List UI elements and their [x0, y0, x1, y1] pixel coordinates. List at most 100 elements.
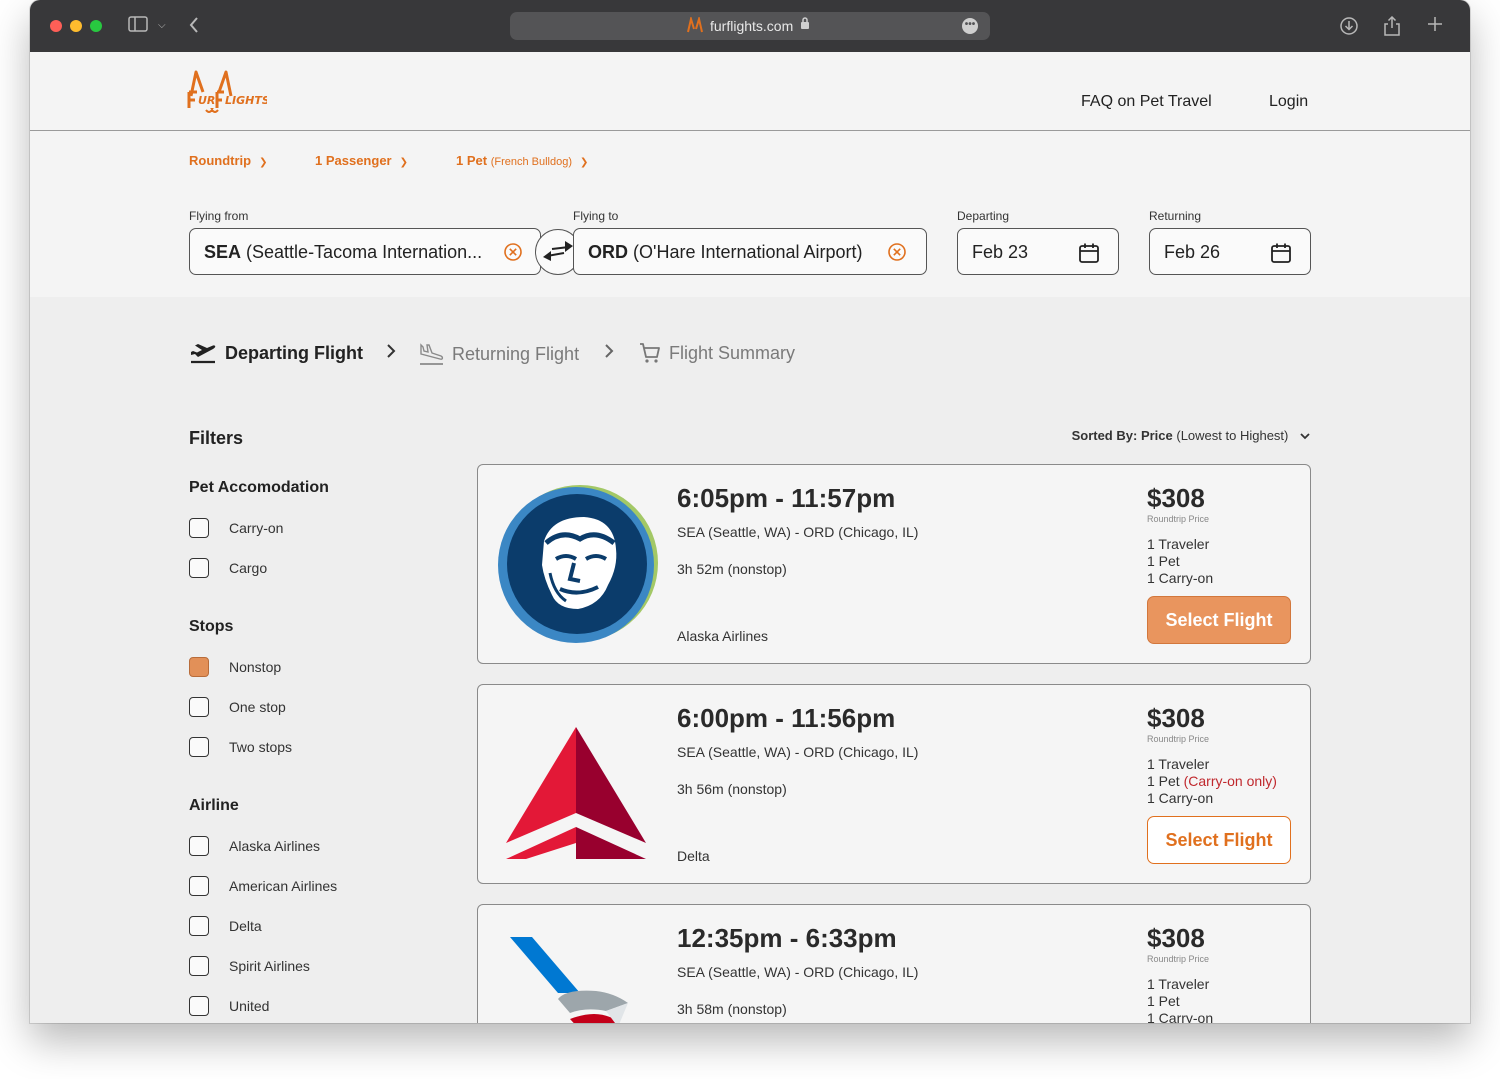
- chevron-down-icon: ❯: [399, 157, 408, 168]
- flight-result-card: 6:05pm - 11:57pm SEA (Seattle, WA) - ORD…: [477, 464, 1311, 664]
- chevron-down-icon: [1300, 428, 1310, 443]
- filter-option-label: Cargo: [229, 560, 268, 576]
- trip-type-value: Roundtrip: [189, 153, 252, 168]
- filter-option-label: Spirit Airlines: [229, 958, 310, 974]
- flight-price: $308: [1147, 923, 1205, 953]
- depart-date-value: Feb 23: [972, 242, 1029, 262]
- calendar-icon[interactable]: [1078, 242, 1100, 269]
- traveler-count: 1 Traveler: [1147, 536, 1210, 552]
- clear-to-icon[interactable]: [888, 243, 906, 261]
- checkbox[interactable]: [189, 697, 209, 717]
- pets-value: 1 Pet: [456, 153, 488, 168]
- flight-price: $308: [1147, 483, 1205, 513]
- chevron-right-icon: [604, 343, 614, 364]
- pet-count: 1 Pet (Carry-on only): [1147, 773, 1277, 790]
- checkbox[interactable]: [189, 737, 209, 757]
- depart-date-field[interactable]: Feb 23: [957, 228, 1119, 275]
- flight-search-panel: Roundtrip ❯ 1 Passenger ❯ 1 Pet (French Bu…: [30, 131, 1470, 297]
- booking-details: 1 Traveler 1 Pet 1 Carry-on: [1147, 536, 1213, 587]
- filter-option-label: Delta: [229, 918, 262, 934]
- nav-faq-link[interactable]: FAQ on Pet Travel: [1081, 93, 1212, 111]
- step-departing-label: Departing Flight: [225, 342, 363, 363]
- checkbox[interactable]: [189, 916, 209, 936]
- pet-count: 1 Pet: [1147, 993, 1213, 1010]
- pets-dropdown[interactable]: 1 Pet (French Bulldog) ❯: [456, 153, 588, 168]
- site-favicon-icon: [686, 15, 704, 38]
- to-label: Flying to: [573, 209, 619, 223]
- from-value: SEA (Seattle-Tacoma Internation...: [204, 242, 482, 263]
- booking-details: 1 Traveler 1 Pet (Carry-on only) 1 Carry…: [1147, 756, 1277, 807]
- pet-breed: (French Bulldog): [490, 156, 573, 168]
- step-departing-flight[interactable]: Departing Flight: [189, 342, 363, 364]
- url-text: furflights.com: [710, 18, 794, 34]
- filter-option-spirit[interactable]: Spirit Airlines: [189, 956, 310, 976]
- new-tab-icon[interactable]: [1427, 16, 1443, 38]
- step-returning-flight[interactable]: Returning Flight: [418, 342, 579, 366]
- filter-option-carry-on[interactable]: Carry-on: [189, 518, 283, 538]
- select-flight-button[interactable]: Select Flight: [1147, 816, 1291, 864]
- filter-option-delta[interactable]: Delta: [189, 916, 262, 936]
- checkbox[interactable]: [189, 518, 209, 538]
- filter-option-label: Two stops: [229, 739, 293, 755]
- svg-text:UR: UR: [198, 94, 215, 107]
- furflights-logo[interactable]: UR LIGHTS: [187, 66, 270, 123]
- minimize-window-button[interactable]: [70, 20, 82, 32]
- back-icon[interactable]: [188, 16, 200, 40]
- sidebar-toggle-icon[interactable]: [128, 16, 148, 38]
- more-icon[interactable]: •••: [962, 18, 978, 34]
- pet-restriction-note: (Carry-on only): [1183, 773, 1277, 789]
- checkbox[interactable]: [189, 876, 209, 896]
- clear-from-icon[interactable]: [504, 243, 522, 261]
- download-icon[interactable]: [1339, 16, 1359, 42]
- flight-price: $308: [1147, 703, 1205, 733]
- sort-prefix: Sorted By:: [1071, 428, 1138, 443]
- airline-name: Delta: [677, 848, 710, 864]
- from-field[interactable]: SEA (Seattle-Tacoma Internation...: [189, 228, 541, 275]
- browser-window: ⌵ furflights.com ••• UR LIGHTS FAQ on Pe…: [30, 0, 1470, 1023]
- flight-route: SEA (Seattle, WA) - ORD (Chicago, IL): [677, 744, 919, 760]
- checkbox-checked[interactable]: [189, 657, 209, 677]
- site-header: UR LIGHTS FAQ on Pet Travel Login: [30, 52, 1470, 131]
- share-icon[interactable]: [1383, 15, 1401, 42]
- flight-route: SEA (Seattle, WA) - ORD (Chicago, IL): [677, 964, 919, 980]
- chevron-down-icon[interactable]: ⌵: [158, 16, 166, 36]
- flight-result-card: 12:35pm - 6:33pm SEA (Seattle, WA) - ORD…: [477, 904, 1311, 1023]
- from-code: SEA: [204, 242, 242, 262]
- close-window-button[interactable]: [50, 20, 62, 32]
- filter-group-stops: Stops: [189, 618, 234, 635]
- address-bar[interactable]: furflights.com •••: [510, 12, 990, 40]
- trip-type-dropdown[interactable]: Roundtrip ❯: [189, 153, 267, 168]
- calendar-icon[interactable]: [1270, 242, 1292, 269]
- chevron-down-icon: ❯: [259, 157, 268, 168]
- airline-name: Alaska Airlines: [677, 628, 769, 644]
- nav-login-link[interactable]: Login: [1269, 93, 1308, 111]
- flight-duration: 3h 58m (nonstop): [677, 1001, 787, 1017]
- filter-option-one-stop[interactable]: One stop: [189, 697, 286, 717]
- filter-option-american[interactable]: American Airlines: [189, 876, 337, 896]
- filter-option-alaska[interactable]: Alaska Airlines: [189, 836, 320, 856]
- depart-label: Departing: [957, 209, 1010, 223]
- filter-option-cargo[interactable]: Cargo: [189, 558, 267, 578]
- filter-option-two-stops[interactable]: Two stops: [189, 737, 292, 757]
- return-date-field[interactable]: Feb 26: [1149, 228, 1311, 275]
- pet-count-label: 1 Pet: [1147, 553, 1180, 569]
- step-flight-summary[interactable]: Flight Summary: [639, 342, 795, 364]
- svg-text:LIGHTS: LIGHTS: [225, 94, 267, 107]
- filter-option-label: United: [229, 998, 270, 1014]
- sort-dropdown[interactable]: Sorted By: Price (Lowest to Highest): [1072, 428, 1310, 443]
- select-flight-button[interactable]: Select Flight: [1147, 596, 1291, 644]
- checkbox[interactable]: [189, 558, 209, 578]
- checkbox[interactable]: [189, 956, 209, 976]
- filter-option-nonstop[interactable]: Nonstop: [189, 657, 281, 677]
- filter-option-label: Nonstop: [229, 659, 282, 675]
- to-field[interactable]: ORD (O'Hare International Airport): [573, 228, 927, 275]
- flight-times: 6:00pm - 11:56pm: [677, 703, 896, 733]
- checkbox[interactable]: [189, 996, 209, 1016]
- flight-times: 6:05pm - 11:57pm: [677, 483, 896, 513]
- pet-count-label: 1 Pet: [1147, 993, 1180, 1009]
- passengers-dropdown[interactable]: 1 Passenger ❯: [315, 153, 408, 168]
- zoom-window-button[interactable]: [90, 20, 102, 32]
- filter-option-label: Alaska Airlines: [229, 838, 321, 854]
- checkbox[interactable]: [189, 836, 209, 856]
- filter-option-united[interactable]: United: [189, 996, 269, 1016]
